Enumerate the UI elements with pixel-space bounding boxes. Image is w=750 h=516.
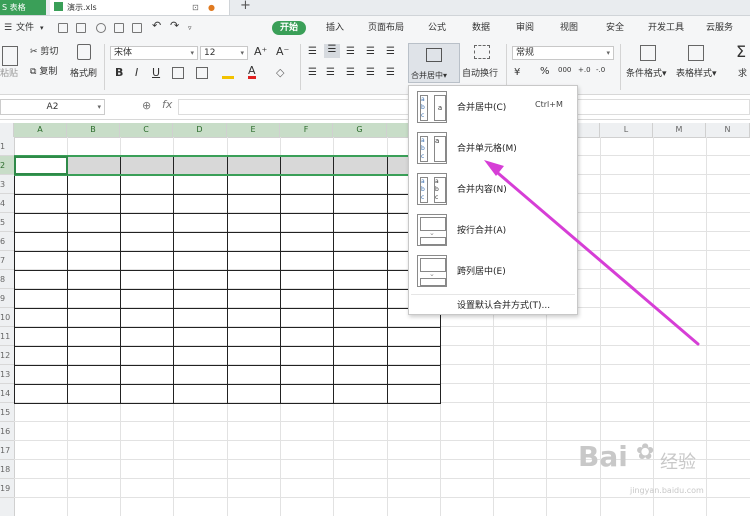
- watermark-brand2: 经验: [660, 452, 696, 473]
- paw-icon: ✿: [636, 440, 655, 465]
- annotation-arrow: [484, 160, 700, 346]
- watermark-url: jingyan.baidu.com: [630, 486, 704, 495]
- watermark-brand: Bai: [578, 440, 628, 473]
